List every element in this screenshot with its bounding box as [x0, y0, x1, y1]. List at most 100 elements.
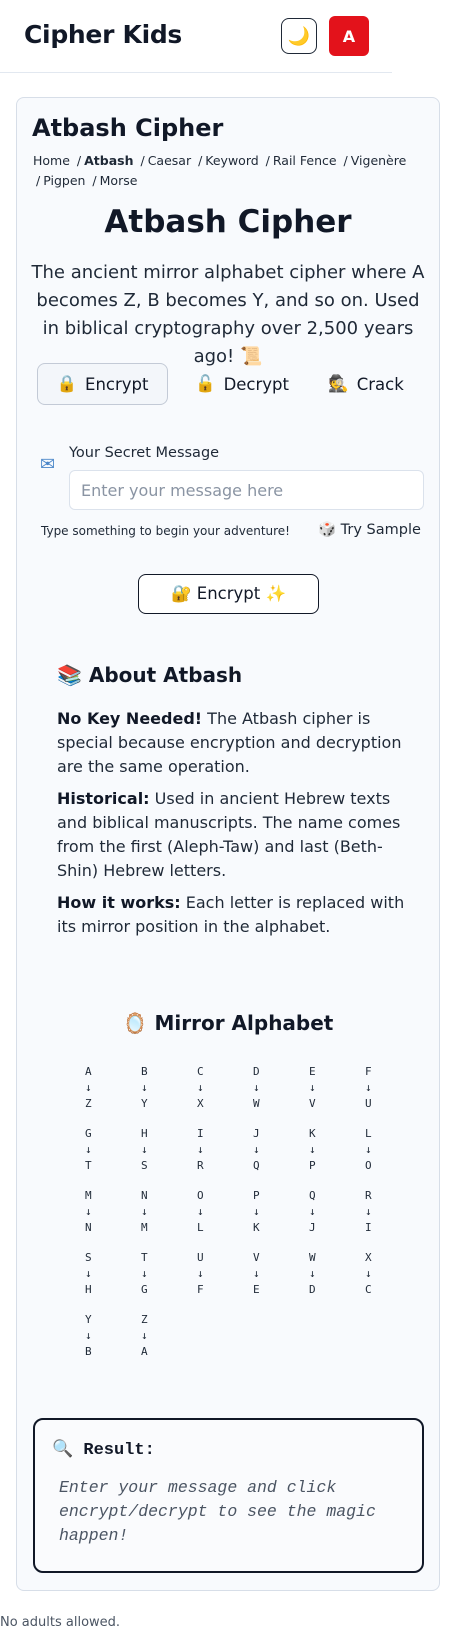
result-box: 🔍 Result: Enter your message and click e…: [33, 1418, 424, 1573]
mirror-pair: V ↓ E: [246, 1250, 302, 1298]
mirror-pair: M ↓ N: [78, 1188, 134, 1236]
mirror-pair: S ↓ H: [78, 1250, 134, 1298]
cipher-letter: C: [365, 1283, 372, 1296]
breadcrumb-morse[interactable]: Morse: [100, 173, 138, 188]
mirror-pair: I ↓ R: [190, 1126, 246, 1174]
top-bar: Cipher Kids 🌙 A: [0, 0, 392, 73]
hero-description: The ancient mirror alphabet cipher where…: [31, 262, 425, 367]
mirror-pair: Y ↓ B: [78, 1312, 134, 1360]
plain-letter: G: [85, 1127, 92, 1140]
breadcrumb-rail-fence[interactable]: Rail Fence: [273, 153, 337, 168]
result-output: Enter your message and click encrypt/dec…: [59, 1478, 376, 1545]
font-size-button[interactable]: A: [329, 16, 369, 56]
envelope-icon: ✉: [40, 454, 56, 475]
mirror-pair: B ↓ Y: [134, 1064, 190, 1112]
detective-icon: 🕵️: [328, 374, 349, 393]
plain-letter: E: [309, 1065, 316, 1078]
breadcrumb-caesar[interactable]: Caesar: [148, 153, 191, 168]
cipher-letter: E: [253, 1283, 260, 1296]
hero-title: Atbash Cipher: [104, 204, 352, 240]
tab-encrypt[interactable]: 🔒 Encrypt: [37, 363, 168, 405]
down-arrow-icon: ↓: [197, 1205, 204, 1218]
tab-crack[interactable]: 🕵️ Crack: [316, 363, 416, 405]
down-arrow-icon: ↓: [85, 1143, 92, 1156]
message-field-label: Your Secret Message: [69, 445, 220, 461]
cipher-letter: L: [197, 1221, 204, 1234]
cipher-letter: J: [309, 1221, 316, 1234]
plain-letter: O: [197, 1189, 204, 1202]
encrypt-button[interactable]: 🔐 Encrypt ✨: [138, 574, 319, 614]
mirror-pair: T ↓ G: [134, 1250, 190, 1298]
cipher-letter: D: [309, 1283, 316, 1296]
down-arrow-icon: ↓: [365, 1205, 372, 1218]
result-title: 🔍 Result:: [52, 1441, 155, 1460]
down-arrow-icon: ↓: [309, 1205, 316, 1218]
breadcrumb-separator: /: [343, 153, 348, 168]
down-arrow-icon: ↓: [365, 1081, 372, 1094]
mirror-pair: A ↓ Z: [78, 1064, 134, 1112]
down-arrow-icon: ↓: [309, 1143, 316, 1156]
mirror-pair: O ↓ L: [190, 1188, 246, 1236]
mirror-pair: J ↓ Q: [246, 1126, 302, 1174]
moon-icon: 🌙: [287, 25, 311, 47]
mirror-pair: E ↓ V: [302, 1064, 358, 1112]
try-sample-button[interactable]: 🎲 Try Sample: [318, 521, 421, 538]
plain-letter: A: [85, 1065, 92, 1078]
down-arrow-icon: ↓: [309, 1081, 316, 1094]
down-arrow-icon: ↓: [141, 1143, 148, 1156]
plain-letter: R: [365, 1189, 372, 1202]
down-arrow-icon: ↓: [365, 1143, 372, 1156]
breadcrumb-pigpen[interactable]: Pigpen: [43, 173, 85, 188]
plain-letter: L: [365, 1127, 372, 1140]
unlock-icon: 🔓: [195, 374, 216, 393]
down-arrow-icon: ↓: [253, 1081, 260, 1094]
cipher-letter: U: [365, 1097, 372, 1110]
mirror-pair: K ↓ P: [302, 1126, 358, 1174]
message-input[interactable]: [69, 470, 424, 510]
cipher-letter: Y: [141, 1097, 148, 1110]
cipher-letter: K: [253, 1221, 260, 1234]
plain-letter: F: [365, 1065, 372, 1078]
cipher-letter: I: [365, 1221, 372, 1234]
mirror-pair: N ↓ M: [134, 1188, 190, 1236]
about-bold-history: Historical:: [57, 789, 150, 808]
breadcrumb-vigen-re[interactable]: Vigenère: [351, 153, 407, 168]
breadcrumb-separator: /: [265, 153, 270, 168]
about-bold-key: No Key Needed!: [57, 709, 203, 728]
plain-letter: W: [309, 1251, 316, 1264]
cipher-letter: H: [85, 1283, 92, 1296]
mirror-alphabet-grid: A ↓ Z B ↓ Y C ↓ X D ↓ W E ↓ V F ↓ U G ↓ T H ↓ S I ↓ R J ↓ Q K ↓ P L ↓ O M ↓ N N…: [78, 1064, 408, 1360]
mirror-pair: W ↓ D: [302, 1250, 358, 1298]
breadcrumb: Home / Atbash / Caesar / Keyword / Rail Fenc…: [33, 151, 428, 191]
breadcrumb-atbash: Atbash: [84, 153, 134, 168]
breadcrumb-keyword[interactable]: Keyword: [205, 153, 258, 168]
down-arrow-icon: ↓: [85, 1205, 92, 1218]
mirror-pair: G ↓ T: [78, 1126, 134, 1174]
breadcrumb-home[interactable]: Home: [33, 153, 70, 168]
down-arrow-icon: ↓: [309, 1267, 316, 1280]
plain-letter: N: [141, 1189, 148, 1202]
tab-crack-label: Crack: [356, 374, 404, 394]
plain-letter: P: [253, 1189, 260, 1202]
cipher-letter: M: [141, 1221, 148, 1234]
about-title: 📚 About Atbash: [57, 663, 243, 687]
cipher-letter: F: [197, 1283, 204, 1296]
cipher-letter: T: [85, 1159, 92, 1172]
footer-text: No adults allowed.: [0, 1615, 121, 1630]
plain-letter: T: [141, 1251, 148, 1264]
plain-letter: J: [253, 1127, 260, 1140]
down-arrow-icon: ↓: [85, 1267, 92, 1280]
down-arrow-icon: ↓: [253, 1267, 260, 1280]
cipher-letter: B: [85, 1345, 92, 1358]
lock-icon: 🔒: [56, 374, 78, 393]
cipher-letter: Z: [85, 1097, 92, 1110]
plain-letter: Y: [85, 1313, 92, 1326]
dark-mode-toggle-button[interactable]: 🌙: [281, 18, 317, 54]
down-arrow-icon: ↓: [141, 1267, 148, 1280]
brand-title[interactable]: Cipher Kids: [24, 20, 182, 49]
cipher-letter: V: [309, 1097, 316, 1110]
breadcrumb-separator: /: [36, 173, 41, 188]
tab-decrypt[interactable]: 🔓 Decrypt: [179, 363, 305, 405]
plain-letter: V: [253, 1251, 260, 1264]
plain-letter: Z: [141, 1313, 148, 1326]
